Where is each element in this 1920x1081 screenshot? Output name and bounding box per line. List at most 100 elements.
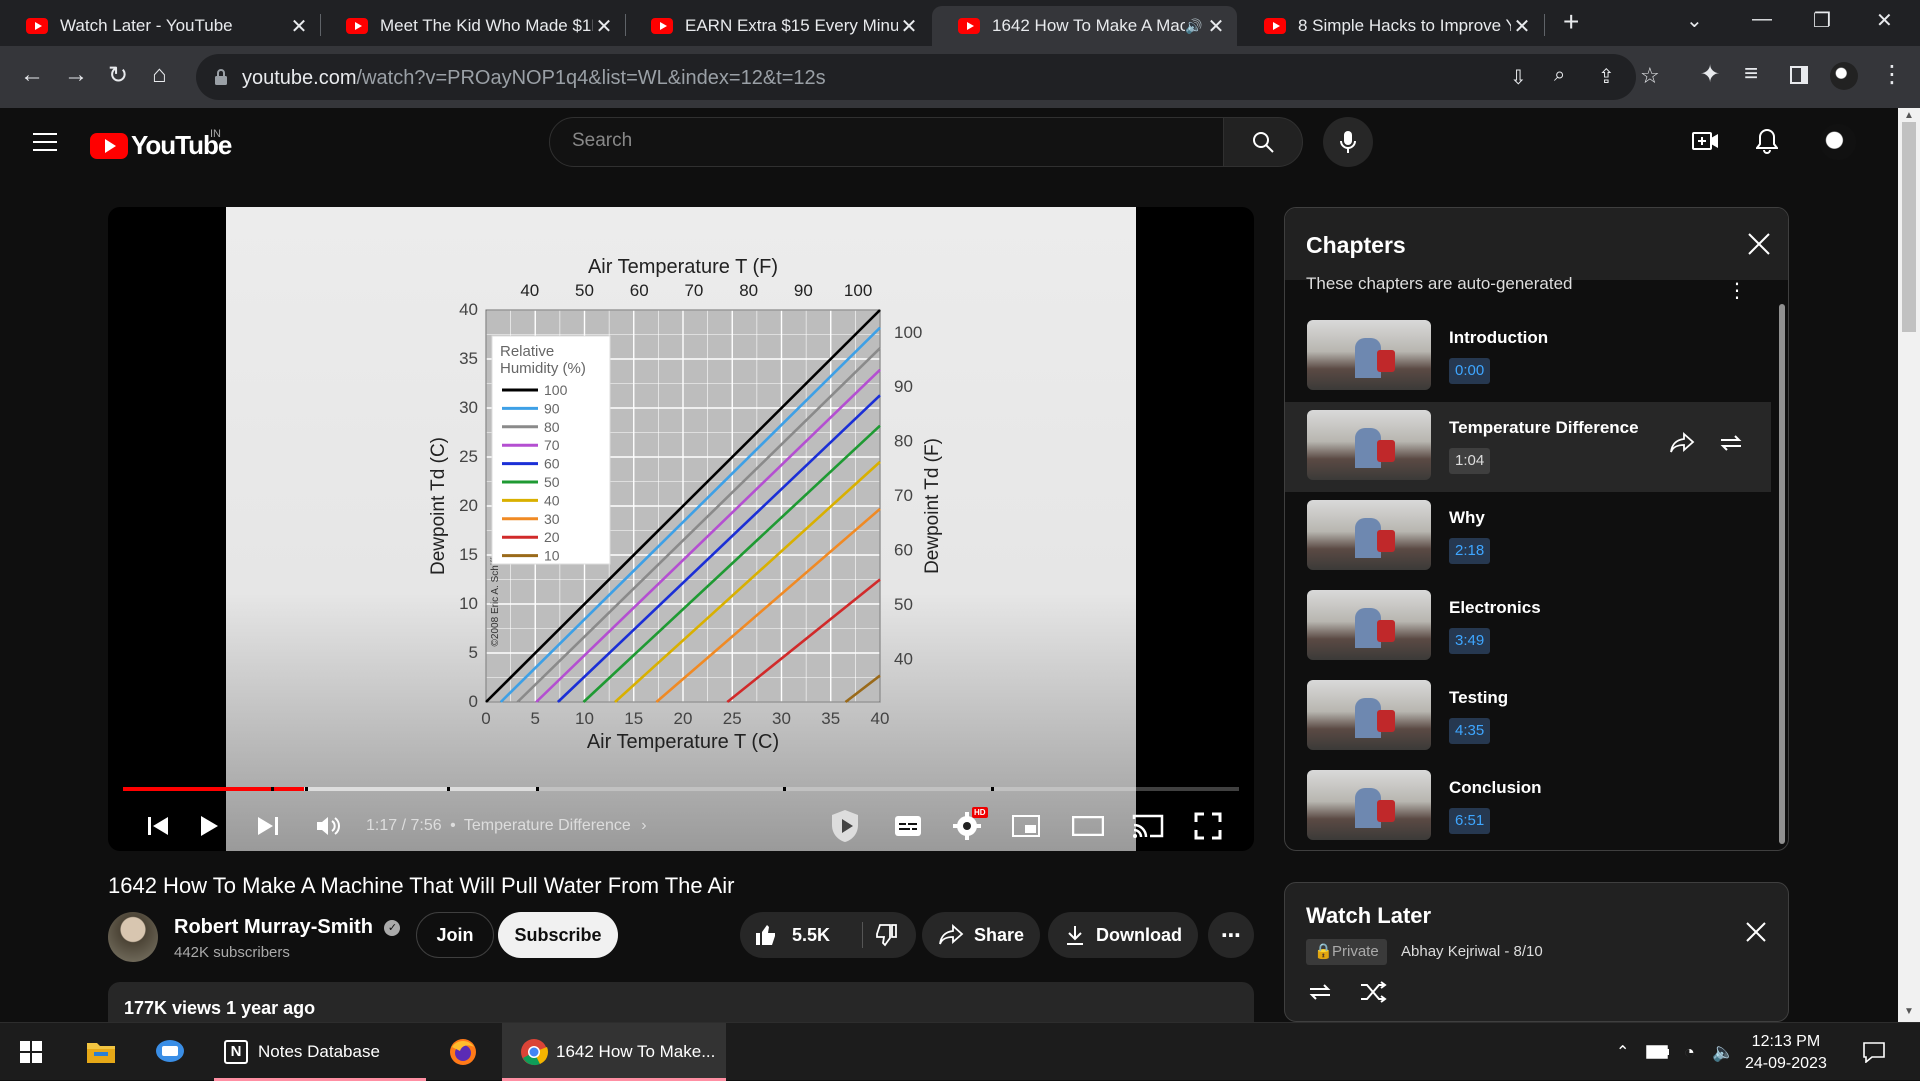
tab-earn-extra[interactable]: EARN Extra $15 Every Minute ✕ (625, 6, 930, 46)
loop-chapter-icon[interactable] (1717, 432, 1745, 454)
firefox-icon[interactable] (448, 1023, 478, 1081)
chapter-timestamp[interactable]: 4:35 (1449, 718, 1491, 744)
tab-search-chevron-icon[interactable]: ⌄ (1686, 8, 1703, 33)
tab-meet-the-kid[interactable]: Meet The Kid Who Made $1M ✕ (320, 6, 625, 46)
wifi-icon[interactable]: ◔ (1684, 1023, 1695, 1081)
system-clock[interactable]: 12:13 PM 24-09-2023 (1745, 1031, 1827, 1075)
tab-watch-later[interactable]: Watch Later - YouTube ✕ (0, 6, 320, 46)
playlist-title[interactable]: Watch Later (1306, 903, 1431, 929)
scroll-up-arrow-icon[interactable]: ▲ (1904, 110, 1914, 121)
back-arrow-icon[interactable]: ← (20, 61, 44, 89)
tab-audio-icon[interactable]: 🔊 (1185, 18, 1205, 35)
loop-playlist-icon[interactable] (1306, 981, 1334, 1003)
chrome-menu-icon[interactable]: ⋮ (1880, 60, 1904, 89)
new-tab-button[interactable]: + (1563, 6, 1579, 38)
channel-avatar[interactable] (108, 912, 158, 962)
channel-name[interactable]: Robert Murray-Smith ✓ (174, 916, 401, 939)
close-window-icon[interactable]: ✕ (1876, 8, 1893, 33)
share-button[interactable]: Share (922, 912, 1040, 958)
zoom-icon[interactable]: ⌕ (1554, 64, 1565, 87)
hamburger-menu-icon[interactable] (33, 132, 57, 152)
search-box[interactable] (549, 117, 1224, 167)
install-app-icon[interactable]: ⇩ (1510, 65, 1527, 90)
notification-center-icon[interactable] (1862, 1023, 1886, 1081)
chapter-timestamp[interactable]: 3:49 (1449, 628, 1491, 654)
subtitles-icon[interactable] (894, 809, 922, 843)
more-actions-icon[interactable]: ⋯ (1208, 912, 1254, 958)
profile-avatar[interactable] (1830, 62, 1858, 90)
previous-video-icon[interactable] (146, 809, 170, 843)
battery-icon[interactable] (1646, 1023, 1670, 1081)
video-frame[interactable]: 0 5 10 15 20 25 30 35 40 0 5 10 15 20 25 30 35 40 40 50 60 70… (226, 207, 1136, 851)
voice-search-button[interactable] (1323, 117, 1373, 167)
like-button[interactable]: 5.5K (740, 912, 862, 958)
chapter-item-selected[interactable]: Temperature Difference 1:04 (1285, 402, 1771, 492)
chapters-scrollbar[interactable] (1779, 304, 1785, 844)
description-box[interactable]: 177K views 1 year ago (108, 982, 1254, 1022)
tab-close-icon[interactable]: ✕ (288, 14, 310, 39)
miniplayer-icon[interactable] (1012, 809, 1040, 843)
share-chapter-icon[interactable] (1669, 432, 1695, 454)
extensions-puzzle-icon[interactable]: ✦ (1700, 60, 1720, 89)
progress-bar[interactable] (123, 787, 1239, 791)
side-panel-icon[interactable] (1790, 66, 1808, 84)
search-button[interactable] (1223, 117, 1303, 167)
chapters-more-icon[interactable]: ⋮ (1727, 278, 1747, 303)
fullscreen-icon[interactable] (1194, 809, 1222, 843)
speaker-icon[interactable]: 🔈 (1712, 1023, 1734, 1081)
home-icon[interactable]: ⌂ (152, 61, 167, 89)
cast-icon[interactable] (1132, 809, 1164, 843)
chapter-timestamp[interactable]: 2:18 (1449, 538, 1491, 564)
chapter-item[interactable]: Why 2:18 (1285, 492, 1771, 582)
tab-close-icon[interactable]: ✕ (593, 14, 615, 39)
forward-arrow-icon[interactable]: → (64, 61, 88, 89)
ad-blocker-shield-icon[interactable] (828, 809, 862, 843)
chapter-item[interactable]: Conclusion 6:51 (1285, 762, 1771, 850)
windows-start-icon[interactable] (20, 1023, 42, 1081)
lock-icon[interactable] (214, 68, 228, 86)
media-control-icon[interactable]: ≡ (1744, 60, 1758, 88)
chapter-timestamp[interactable]: 6:51 (1449, 808, 1491, 834)
close-playlist-icon[interactable] (1745, 921, 1767, 943)
address-bar[interactable]: youtube.com/watch?v=PROayNOP1q4&list=WL&… (196, 54, 1660, 100)
account-avatar[interactable] (1820, 124, 1856, 160)
chevron-right-icon[interactable]: › (641, 817, 646, 834)
volume-icon[interactable] (315, 809, 341, 843)
tab-current-video[interactable]: 1642 How To Make A Mac 🔊 ✕ (932, 6, 1237, 46)
dislike-button[interactable] (874, 923, 898, 947)
page-scrollbar[interactable]: ▲ ▼ (1898, 108, 1920, 1022)
video-player[interactable]: 0 5 10 15 20 25 30 35 40 0 5 10 15 20 25 30 35 40 40 50 60 70… (108, 207, 1254, 851)
youtube-logo[interactable]: YouTube IN (90, 128, 232, 161)
minimize-window-icon[interactable]: — (1752, 8, 1772, 31)
chapter-item[interactable]: Electronics 3:49 (1285, 582, 1771, 672)
theater-mode-icon[interactable] (1072, 809, 1104, 843)
tab-simple-hacks[interactable]: 8 Simple Hacks to Improve Yo ✕ (1238, 6, 1543, 46)
subscribe-button[interactable]: Subscribe (498, 912, 618, 958)
scrollbar-thumb[interactable] (1902, 122, 1916, 332)
file-explorer-icon[interactable] (86, 1023, 116, 1081)
play-icon[interactable] (198, 809, 220, 843)
chapter-item[interactable]: Introduction 0:00 (1285, 312, 1771, 402)
create-video-icon[interactable] (1692, 130, 1720, 152)
scroll-down-arrow-icon[interactable]: ▼ (1904, 1006, 1914, 1017)
url-text[interactable]: youtube.com/watch?v=PROayNOP1q4&list=WL&… (242, 67, 826, 90)
messenger-app-icon[interactable] (154, 1023, 186, 1081)
close-chapters-icon[interactable] (1747, 232, 1771, 256)
settings-gear-icon[interactable]: HD (952, 807, 988, 843)
tab-close-icon[interactable]: ✕ (1511, 14, 1533, 39)
reload-icon[interactable]: ↻ (108, 61, 128, 90)
search-input[interactable] (572, 130, 1172, 152)
download-button[interactable]: Download (1048, 912, 1198, 958)
show-hidden-icons-chevron-icon[interactable]: ⌃ (1616, 1023, 1629, 1081)
next-video-icon[interactable] (256, 809, 280, 843)
tab-close-icon[interactable]: ✕ (898, 14, 920, 39)
share-page-icon[interactable]: ⇪ (1598, 64, 1615, 89)
taskbar-notes-database[interactable]: N Notes Database (214, 1023, 426, 1081)
notifications-bell-icon[interactable] (1756, 128, 1778, 154)
chapter-timestamp[interactable]: 1:04 (1449, 448, 1491, 474)
join-button[interactable]: Join (416, 912, 494, 958)
shuffle-icon[interactable] (1359, 981, 1387, 1003)
taskbar-chrome-window[interactable]: 1642 How To Make... (502, 1023, 726, 1081)
restore-window-icon[interactable]: ❐ (1813, 8, 1831, 33)
bookmark-star-icon[interactable]: ☆ (1640, 63, 1660, 89)
